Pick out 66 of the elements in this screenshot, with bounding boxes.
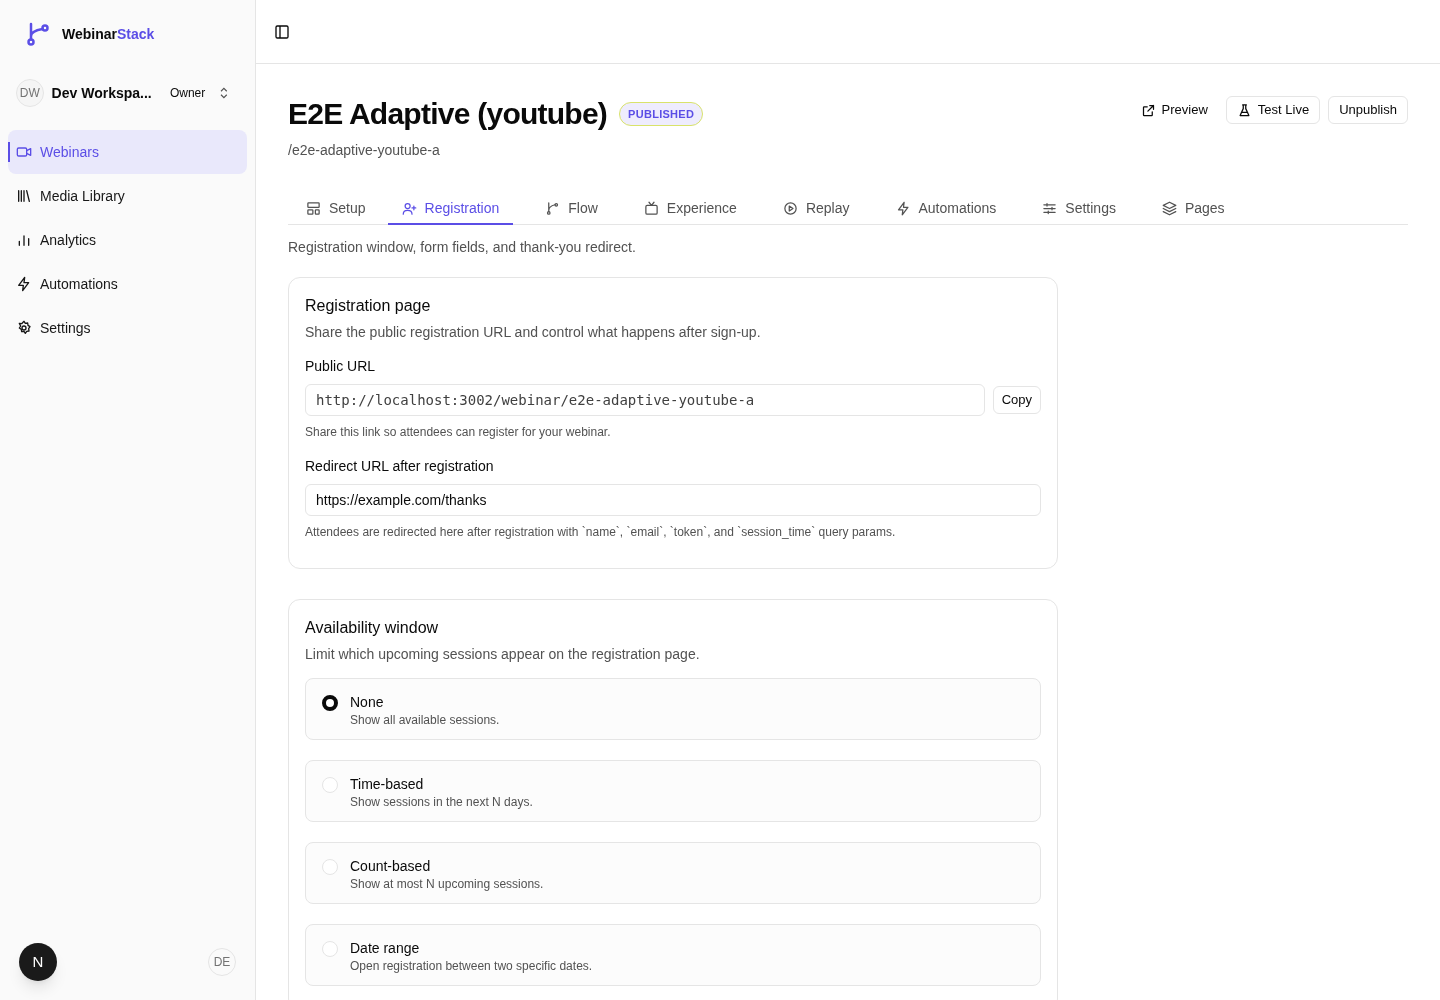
role-label: Owner xyxy=(168,85,207,102)
workspace-name: Dev Workspa... xyxy=(51,83,153,103)
option-label: None xyxy=(350,693,385,711)
sidebar-toggle-icon[interactable] xyxy=(274,23,290,40)
branch-icon xyxy=(545,200,561,216)
layout-icon xyxy=(306,200,321,216)
tab-description: Registration window, form fields, and thank-you redirect. xyxy=(288,238,637,257)
option-label: Date range xyxy=(350,939,421,957)
library-icon xyxy=(16,188,32,204)
tab[interactable]: Settings xyxy=(1028,193,1130,225)
tab[interactable]: Registration xyxy=(387,193,514,225)
card-title: Registration page xyxy=(305,296,432,316)
option-label: Time-based xyxy=(350,775,425,793)
sidebar-item[interactable]: Analytics xyxy=(8,218,247,262)
page-slug: /e2e-adaptive-youtube-a xyxy=(288,141,441,160)
radio-option[interactable]: Time-based Show sessions in the next N days. xyxy=(305,760,1041,822)
card-description: Share the public registration URL and control what happens after sign-up. xyxy=(305,323,762,342)
sidebar-item[interactable]: Settings xyxy=(8,306,247,350)
lightning-icon xyxy=(895,200,911,216)
option-description: Show all available sessions. xyxy=(350,712,500,729)
field-label: Redirect URL after registration xyxy=(305,457,495,476)
help-text: Attendees are redirected here after registration with `name`, `email`, `token`, and `session_time` query params. xyxy=(305,524,897,540)
redirect-url-field[interactable]: https://example.com/thanks xyxy=(305,484,1041,516)
copy-button[interactable]: Copy xyxy=(992,386,1041,414)
video-camera-icon xyxy=(16,144,32,160)
tab[interactable]: Flow xyxy=(531,193,612,225)
tab[interactable]: Experience xyxy=(629,193,751,225)
bar-chart-icon xyxy=(16,232,32,248)
sidebar-item[interactable]: Media Library xyxy=(8,174,247,218)
tab[interactable]: Automations xyxy=(881,193,1011,225)
help-text: Share this link so attendees can register for your webinar. xyxy=(305,424,612,440)
brand-name: WebinarStack xyxy=(62,24,155,44)
sidebar-item[interactable]: Webinars xyxy=(8,130,247,174)
status-badge: PUBLISHED xyxy=(619,101,704,127)
tab[interactable]: Replay xyxy=(768,193,864,225)
user-plus-icon xyxy=(401,200,417,216)
lightning-icon xyxy=(16,276,32,292)
action-button[interactable]: Test Live xyxy=(1225,96,1321,124)
workspace-avatar: DW xyxy=(16,79,44,107)
page-title: E2E Adaptive (youtube) xyxy=(288,96,608,132)
action-button[interactable]: Unpublish xyxy=(1328,96,1408,124)
card-title: Availability window xyxy=(305,618,440,638)
sliders-icon xyxy=(1042,200,1058,216)
settings-icon xyxy=(16,320,32,336)
dev-badge[interactable]: N xyxy=(19,943,57,981)
sidebar-item[interactable]: Automations xyxy=(8,262,247,306)
public-url-field[interactable]: http://localhost:3002/webinar/e2e-adaptive-youtube-a xyxy=(305,384,985,416)
tab[interactable]: Setup xyxy=(292,193,380,225)
option-description: Open registration between two specific dates. xyxy=(350,958,593,975)
radio-option[interactable]: Date range Open registration between two specific dates. xyxy=(305,924,1041,986)
option-label: Count-based xyxy=(350,857,432,875)
option-description: Show at most N upcoming sessions. xyxy=(350,876,544,893)
flask-icon xyxy=(1236,102,1252,118)
tv-icon xyxy=(643,200,659,216)
radio-option[interactable]: Count-based Show at most N upcoming sessions. xyxy=(305,842,1041,904)
option-description: Show sessions in the next N days. xyxy=(350,794,533,811)
radio-option[interactable]: None Show all available sessions. xyxy=(305,678,1041,740)
tab[interactable]: Pages xyxy=(1147,193,1239,225)
card-description: Limit which upcoming sessions appear on the registration page. xyxy=(305,645,701,664)
layers-icon xyxy=(1161,200,1177,216)
field-label: Public URL xyxy=(305,357,377,376)
action-button[interactable]: Preview xyxy=(1130,96,1218,124)
play-circle-icon xyxy=(782,200,798,216)
external-link-icon xyxy=(1140,102,1156,118)
logo-icon xyxy=(26,22,50,46)
radio-button[interactable] xyxy=(322,695,338,711)
